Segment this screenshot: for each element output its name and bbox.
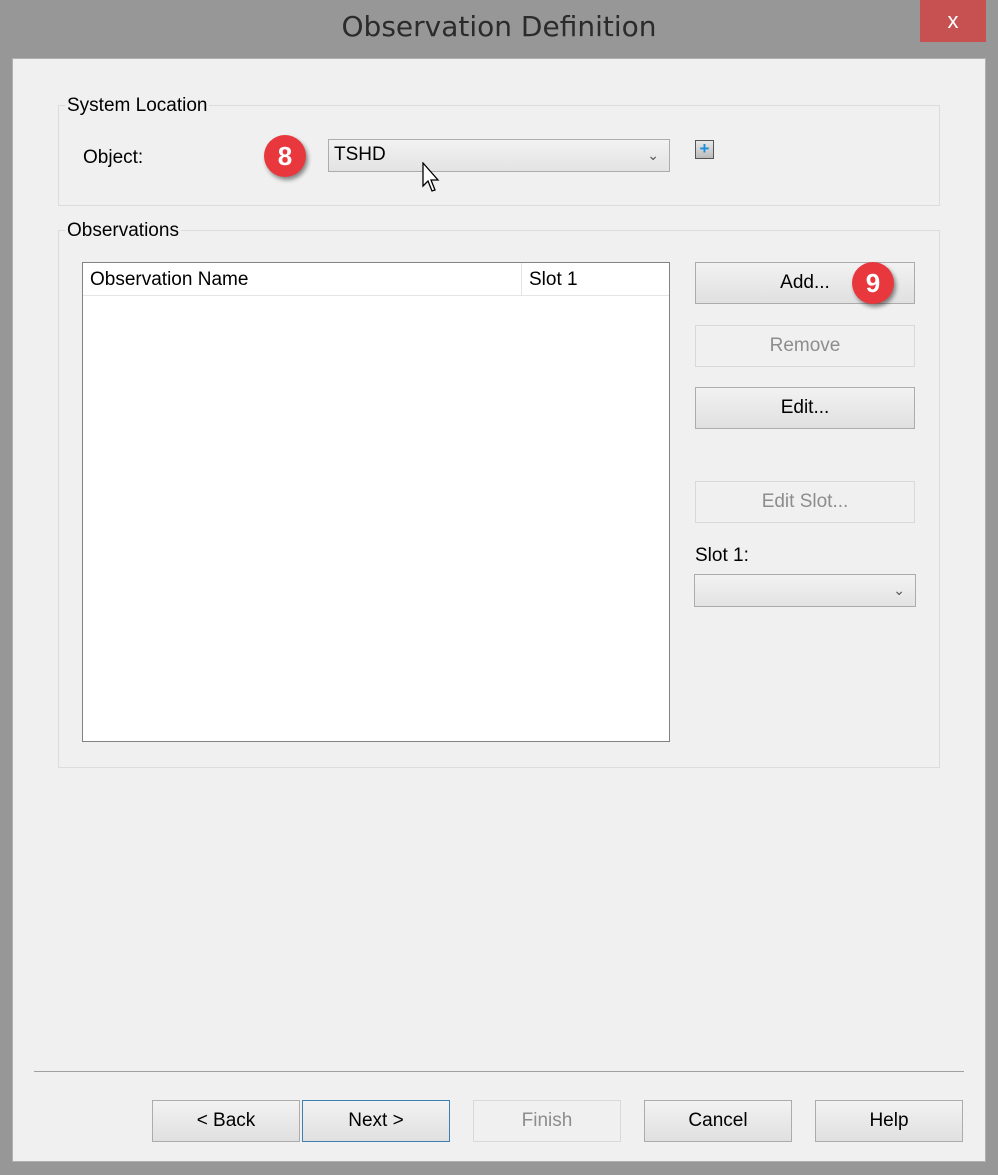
column-header-slot-1[interactable]: Slot 1 [522,263,669,296]
object-dropdown[interactable]: TSHD ⌄ [328,139,670,172]
slot-1-dropdown[interactable]: ⌄ [694,574,916,607]
close-button[interactable]: x [920,0,986,42]
add-object-icon[interactable]: + [695,140,714,159]
window-title: Observation Definition [341,10,657,43]
column-header-observation-name[interactable]: Observation Name [83,263,522,296]
step-badge-9: 9 [852,262,894,304]
back-button[interactable]: < Back [152,1100,300,1142]
observations-list[interactable]: Observation Name Slot 1 [82,262,670,742]
observations-label: Observations [65,220,181,242]
mouse-cursor-icon [422,161,444,199]
system-location-label: System Location [65,95,210,117]
finish-button[interactable]: Finish [473,1100,621,1142]
footer-divider [34,1071,964,1072]
next-button[interactable]: Next > [302,1100,450,1142]
chevron-down-icon: ⌄ [893,582,905,598]
step-badge-8: 8 [264,135,306,177]
chevron-down-icon: ⌄ [647,147,659,163]
cancel-button[interactable]: Cancel [644,1100,792,1142]
slot-1-label: Slot 1: [695,545,749,566]
help-button[interactable]: Help [815,1100,963,1142]
object-label: Object: [83,147,144,168]
remove-button[interactable]: Remove [695,325,915,367]
edit-button[interactable]: Edit... [695,387,915,429]
edit-slot-button[interactable]: Edit Slot... [695,481,915,523]
object-value: TSHD [334,144,386,165]
